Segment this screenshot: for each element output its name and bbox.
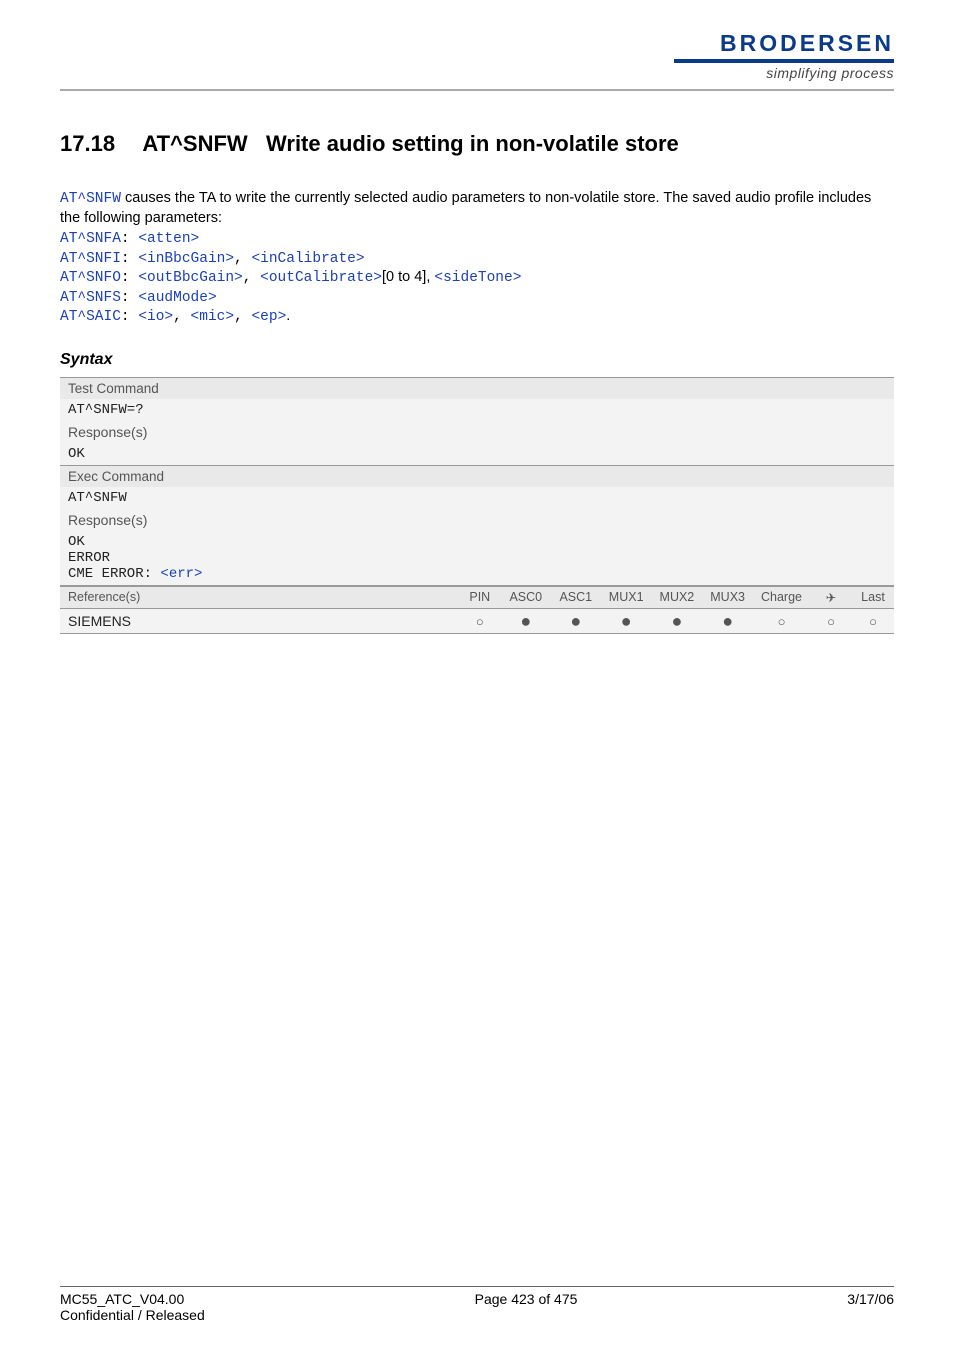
param-link[interactable]: <atten>: [138, 231, 199, 247]
intro-paragraph: AT^SNFW causes the TA to write the curre…: [60, 189, 894, 227]
param-cmd-link[interactable]: AT^SNFA: [60, 231, 121, 247]
param-link[interactable]: <audMode>: [138, 290, 216, 306]
syntax-heading: Syntax: [60, 351, 894, 369]
param-cmd-link[interactable]: AT^SNFI: [60, 251, 121, 267]
dot-mux3: ●: [722, 611, 733, 631]
dot-air: ○: [827, 614, 835, 629]
brand-bar: [674, 59, 894, 63]
param-link[interactable]: <inCalibrate>: [251, 251, 364, 267]
test-command-value: AT^SNFW=?: [60, 399, 894, 421]
response-ok: OK: [60, 443, 894, 466]
section-title: 17.18 AT^SNFW Write audio setting in non…: [60, 131, 894, 157]
col-charge: Charge: [753, 586, 810, 608]
param-link[interactable]: <io>: [138, 309, 173, 325]
dot-pin: ○: [476, 614, 484, 629]
param-line: AT^SNFS: <audMode>: [60, 288, 894, 308]
err-link[interactable]: <err>: [160, 566, 202, 582]
references-label: Reference(s): [60, 586, 459, 608]
param-link[interactable]: <mic>: [191, 309, 235, 325]
section-cmd: AT^SNFW: [142, 131, 247, 156]
parameter-list: AT^SNFA: <atten> AT^SNFI: <inBbcGain>, <…: [60, 229, 894, 327]
header-rule: [60, 89, 894, 91]
param-link[interactable]: <inBbcGain>: [138, 251, 234, 267]
responses-label: Response(s): [60, 421, 894, 443]
dot-charge: ○: [778, 614, 786, 629]
footer-left: MC55_ATC_V04.00 Confidential / Released: [60, 1291, 205, 1323]
col-airplane: ✈: [810, 586, 852, 608]
exec-command-value: AT^SNFW: [60, 487, 894, 509]
brand-tagline: simplifying process: [60, 65, 894, 81]
response-error: ERROR: [68, 550, 886, 566]
param-mid: [0 to 4],: [382, 269, 434, 285]
param-line: AT^SNFO: <outBbcGain>, <outCalibrate>[0 …: [60, 268, 894, 288]
param-link[interactable]: <ep>: [251, 309, 286, 325]
brand-logo: BRODERSEN simplifying process: [60, 30, 894, 81]
param-link[interactable]: <sideTone>: [434, 270, 521, 286]
col-mux3: MUX3: [702, 586, 753, 608]
dot-last: ○: [869, 614, 877, 629]
param-cmd-link[interactable]: AT^SNFS: [60, 290, 121, 306]
intro-text: causes the TA to write the currently sel…: [60, 190, 871, 226]
col-pin: PIN: [459, 586, 501, 608]
reference-value: SIEMENS: [60, 608, 459, 633]
footer-right: 3/17/06: [847, 1291, 894, 1323]
responses-label: Response(s): [60, 509, 894, 531]
param-line: AT^SNFA: <atten>: [60, 229, 894, 249]
syntax-table: Test Command AT^SNFW=? Response(s) OK Ex…: [60, 377, 894, 634]
col-asc1: ASC1: [551, 586, 601, 608]
col-mux2: MUX2: [652, 586, 703, 608]
col-last: Last: [852, 586, 894, 608]
dot-mux2: ●: [671, 611, 682, 631]
intro-cmd-link[interactable]: AT^SNFW: [60, 191, 121, 207]
param-cmd-link[interactable]: AT^SAIC: [60, 309, 121, 325]
dot-mux1: ●: [621, 611, 632, 631]
param-link[interactable]: <outBbcGain>: [138, 270, 242, 286]
dot-asc1: ●: [570, 611, 581, 631]
response-cme: CME ERROR: <err>: [68, 566, 886, 582]
param-link[interactable]: <outCalibrate>: [260, 270, 382, 286]
dot-asc0: ●: [520, 611, 531, 631]
response-ok: OK: [68, 534, 886, 550]
param-cmd-link[interactable]: AT^SNFO: [60, 270, 121, 286]
exec-command-label: Exec Command: [60, 465, 894, 487]
section-number: 17.18: [60, 131, 115, 157]
col-mux1: MUX1: [601, 586, 652, 608]
section-desc: Write audio setting in non-volatile stor…: [266, 131, 679, 156]
footer-rule: [60, 1286, 894, 1287]
col-asc0: ASC0: [501, 586, 551, 608]
footer-center: Page 423 of 475: [475, 1291, 578, 1323]
test-command-label: Test Command: [60, 377, 894, 399]
param-line: AT^SNFI: <inBbcGain>, <inCalibrate>: [60, 249, 894, 269]
response-block: OK ERROR CME ERROR: <err>: [60, 531, 894, 586]
param-line: AT^SAIC: <io>, <mic>, <ep>.: [60, 307, 894, 327]
brand-name: BRODERSEN: [720, 30, 894, 57]
page-footer: MC55_ATC_V04.00 Confidential / Released …: [60, 1286, 894, 1323]
